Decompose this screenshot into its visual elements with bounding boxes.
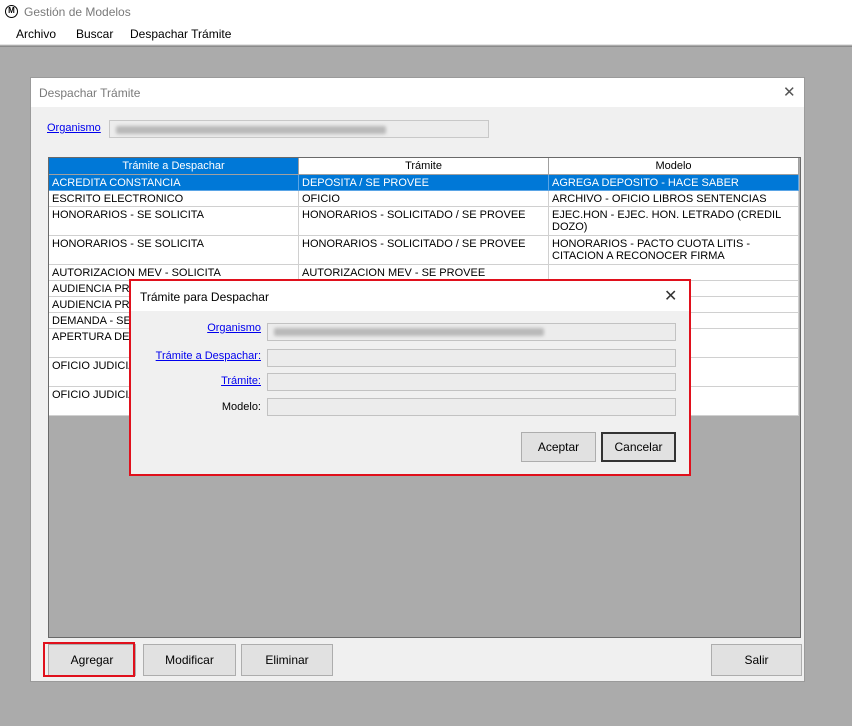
child-window-title: Despachar Trámite	[39, 86, 141, 100]
grid-cell[interactable]: OFICIO	[299, 191, 549, 207]
modificar-button[interactable]: Modificar	[143, 644, 236, 676]
grid-cell[interactable]: ARCHIVO - OFICIO LIBROS SENTENCIAS	[549, 191, 799, 207]
organismo-link[interactable]: Organismo	[47, 122, 101, 134]
grid-cell[interactable]: HONORARIOS - SE SOLICITA	[49, 236, 299, 265]
menu-archivo[interactable]: Archivo	[16, 27, 56, 41]
aceptar-button[interactable]: Aceptar	[521, 432, 596, 462]
modelo-label: Modelo:	[221, 401, 261, 413]
app-title: Gestión de Modelos	[24, 5, 131, 19]
close-icon[interactable]: ✕	[783, 83, 796, 101]
grid-cell[interactable]: DEPOSITA / SE PROVEE	[299, 175, 549, 191]
close-icon[interactable]: ✕	[664, 286, 677, 306]
grid-cell[interactable]: ACREDITA CONSTANCIA	[49, 175, 299, 191]
column-header-tramite-a-despachar[interactable]: Trámite a Despachar	[49, 158, 299, 175]
grid-cell[interactable]: HONORARIOS - SOLICITADO / SE PROVEE	[299, 236, 549, 265]
tramite-field[interactable]	[267, 373, 676, 391]
grid-cell[interactable]: HONORARIOS - SOLICITADO / SE PROVEE	[299, 207, 549, 236]
redacted-text	[274, 328, 544, 336]
cancelar-button[interactable]: Cancelar	[601, 432, 676, 462]
eliminar-button[interactable]: Eliminar	[241, 644, 333, 676]
grid-cell[interactable]: EJEC.HON - EJEC. HON. LETRADO (CREDIL DO…	[549, 207, 799, 236]
annotation-highlight	[43, 642, 135, 677]
menu-despachar-tramite[interactable]: Despachar Trámite	[130, 27, 231, 41]
tramite-a-despachar-field[interactable]	[267, 349, 676, 367]
grid-cell[interactable]: HONORARIOS - SE SOLICITA	[49, 207, 299, 236]
tramite-link[interactable]: Trámite:	[131, 375, 261, 387]
organismo-link[interactable]: Organismo	[131, 322, 261, 334]
salir-button[interactable]: Salir	[711, 644, 802, 676]
dialog-title: Trámite para Despachar	[140, 290, 269, 304]
dialog-titlebar: Trámite para Despachar ✕	[131, 281, 689, 311]
child-titlebar: Despachar Trámite ✕	[31, 78, 804, 107]
tramite-para-despachar-dialog: Trámite para Despachar ✕ Organismo Trámi…	[129, 279, 691, 476]
grid-cell[interactable]: HONORARIOS - PACTO CUOTA LITIS - CITACIO…	[549, 236, 799, 265]
grid-cell[interactable]: AGREGA DEPOSITO - HACE SABER	[549, 175, 799, 191]
organismo-field[interactable]	[109, 120, 489, 138]
app-titlebar: M Gestión de Modelos	[0, 0, 852, 24]
tramite-a-despachar-link[interactable]: Trámite a Despachar:	[131, 350, 261, 362]
menu-buscar[interactable]: Buscar	[76, 27, 113, 41]
dialog-organismo-field[interactable]	[267, 323, 676, 341]
column-header-tramite[interactable]: Trámite	[299, 158, 549, 175]
modelo-field[interactable]	[267, 398, 676, 416]
app-logo-icon: M	[5, 5, 18, 18]
menubar: Archivo Buscar Despachar Trámite	[0, 24, 852, 45]
column-header-modelo[interactable]: Modelo	[549, 158, 799, 175]
redacted-text	[116, 126, 386, 134]
grid-cell[interactable]: ESCRITO ELECTRONICO	[49, 191, 299, 207]
